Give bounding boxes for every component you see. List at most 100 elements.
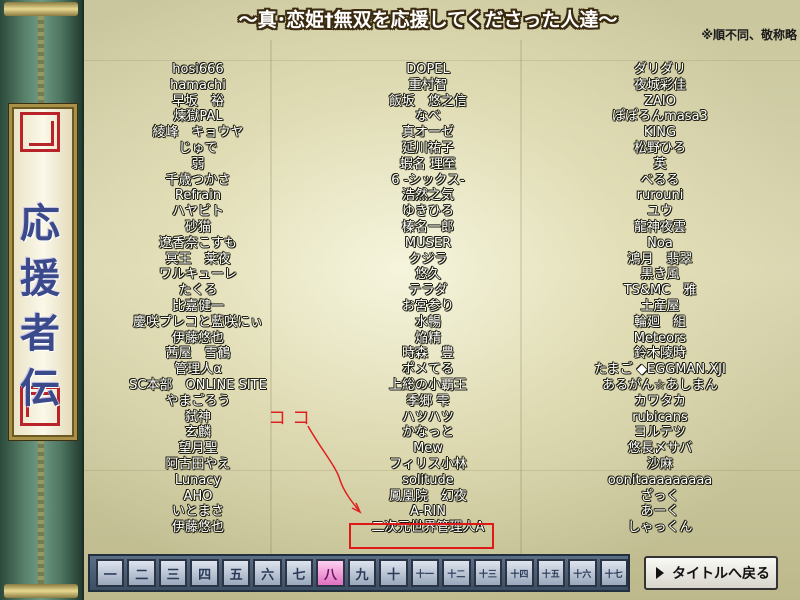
side-title: 応 援 者 伝: [12, 196, 68, 416]
page-button-6[interactable]: 六: [253, 559, 282, 587]
supporter-name: 真オーゼ: [401, 125, 454, 141]
supporter-name: Refrain: [174, 188, 222, 204]
page-button-10[interactable]: 十: [379, 559, 408, 587]
supporter-name: 望月聖: [178, 441, 218, 457]
supporter-name: DOPEL: [406, 62, 450, 77]
supporter-name: Noa: [647, 235, 673, 251]
supporter-name: クジラ: [408, 251, 448, 267]
supporter-name: 比嘉健一: [171, 298, 224, 314]
annotation-arrow-icon: [307, 425, 362, 514]
supporter-name: rurouni: [636, 188, 684, 204]
supporter-name: 輪廻 組: [633, 314, 686, 330]
supporter-name: 松野ひろ: [633, 140, 686, 156]
supporter-name: 阿古田やえ: [165, 456, 231, 472]
page-button-9[interactable]: 九: [347, 559, 377, 587]
side-title-char: 援: [20, 255, 60, 302]
supporter-name: 浩然之気: [401, 188, 454, 204]
supporter-name: 焔精: [414, 330, 441, 346]
supporter-name: テラダ: [408, 283, 448, 299]
supporter-name: AHO: [183, 488, 213, 504]
supporter-name: 土産屋: [640, 298, 680, 314]
supporter-name: お宮参り: [401, 298, 454, 314]
supporter-name: Lunacy: [174, 472, 222, 488]
side-scroll: 応 援 者 伝: [0, 0, 84, 600]
page-button-2[interactable]: 二: [127, 559, 156, 587]
supporter-name: hosi666: [172, 62, 224, 77]
page-button-13[interactable]: 十三: [473, 559, 503, 587]
supporter-name: 鴻月 翡翠: [627, 251, 693, 267]
supporter-name: 伊藤悠也: [171, 330, 224, 346]
page-title: ～真･恋姫†無双を応援してくださった人達～: [238, 9, 618, 31]
supporter-name: 延川祐子: [401, 140, 454, 156]
page-button-16[interactable]: 十六: [568, 559, 597, 587]
supporter-name: 黒き風: [640, 267, 680, 283]
supporter-column-1: hosi666 hamachi 早坂 裕煉獄PAL 綾峰 キョウヤ じゅで弱千歳つかさ R…: [88, 62, 308, 536]
supporter-name: 飯坂 悠之信: [388, 93, 467, 109]
supporter-name: 弱: [191, 156, 205, 172]
supporter-name: 時森 豊: [401, 346, 454, 362]
supporter-name: 砂猫: [184, 219, 211, 235]
supporter-name: ユウ: [646, 204, 673, 220]
supporter-name: 榛名一郎: [401, 219, 454, 235]
order-note: ※順不同、敬称略: [701, 28, 797, 42]
supporter-name: 茜屋 雪鶴: [165, 346, 231, 362]
supporter-name: 水暢: [414, 314, 441, 330]
supporter-name: ZAIO: [644, 93, 676, 109]
supporter-column-3: ダリダリ 夜城彩佳 ZAIO ぽぽろんmasa3 KING 松野ひろ英べるる rurouni…: [550, 62, 770, 536]
supporter-name: ポメてる: [401, 362, 454, 378]
play-triangle-icon: [656, 567, 664, 579]
supporter-name: あるがん☆あしまん: [602, 377, 718, 393]
supporter-name: カワタカ: [633, 393, 686, 409]
side-title-char: 応: [20, 200, 60, 247]
supporter-name: SC本部 ONLINE SITE: [129, 377, 267, 393]
supporter-name: 季郷 雫: [406, 393, 450, 409]
supporter-name: 沙麻: [646, 456, 673, 472]
back-to-title-button[interactable]: タイトルへ戻る: [644, 556, 778, 590]
supporter-name: 悠長〆サバ: [627, 441, 693, 457]
supporter-name: 煉獄PAL: [173, 109, 223, 125]
page-button-15[interactable]: 十五: [536, 559, 566, 587]
side-title-char: 者: [20, 310, 60, 357]
supporter-name: 蝦名 理至: [399, 156, 457, 172]
supporter-name: ハヤビト: [171, 204, 224, 220]
supporter-name: たまご ◆EGGMAN.XJI: [594, 362, 726, 378]
page-button-3[interactable]: 三: [158, 559, 188, 587]
page-button-4[interactable]: 四: [190, 559, 219, 587]
scroll-cap-bottom: [4, 584, 78, 598]
supporter-name: oonitaaaaaaaaa: [607, 472, 713, 488]
supporter-name: 冥王 莱夜: [165, 251, 231, 267]
supporter-name: MUSER: [404, 235, 452, 251]
supporter-name: 悠久: [414, 267, 441, 283]
page-button-12[interactable]: 十二: [442, 559, 471, 587]
scroll-cap-top: [4, 2, 78, 16]
supporter-name: べるる: [640, 172, 680, 188]
supporter-name: 早坂 裕: [171, 93, 224, 109]
supporter-name: ざっく: [640, 488, 680, 504]
supporter-name: 重村智: [408, 77, 448, 93]
supporter-name: 英: [653, 156, 667, 172]
supporter-name: TS&MC 雅: [623, 283, 697, 299]
page-select-bar: 一二三四五六七八九十十一 十二 十三 十四 十五 十六 十七: [88, 554, 630, 592]
supporter-name: たくろ: [178, 283, 218, 299]
background-beam: [84, 60, 800, 61]
supporter-name: 夜城彩佳: [633, 77, 686, 93]
fret-ornament-icon: [20, 112, 60, 152]
page-button-1[interactable]: 一: [96, 559, 125, 587]
supporter-name: あーく: [640, 504, 680, 520]
page-button-7[interactable]: 七: [284, 559, 314, 587]
page-button-11[interactable]: 十一: [410, 559, 440, 587]
back-to-title-label: タイトルへ戻る: [672, 566, 770, 582]
supporter-name: 上総の小覇王: [388, 377, 467, 393]
supporter-name: 管理人α: [174, 362, 222, 378]
annotation-highlight-box: [349, 523, 494, 549]
supporter-name: しゃっくん: [627, 520, 693, 536]
page-button-8[interactable]: 八: [316, 559, 345, 587]
supporter-name: 千歳つかさ: [165, 172, 231, 188]
page-button-14[interactable]: 十四: [505, 559, 534, 587]
supporter-name: hamachi: [170, 77, 226, 93]
supporter-name: Meteors: [633, 330, 687, 346]
page-button-5[interactable]: 五: [221, 559, 251, 587]
supporter-name: いとまさ: [171, 504, 224, 520]
supporter-name: 伊藤悠也: [171, 520, 224, 536]
page-button-17[interactable]: 十七: [599, 559, 628, 587]
